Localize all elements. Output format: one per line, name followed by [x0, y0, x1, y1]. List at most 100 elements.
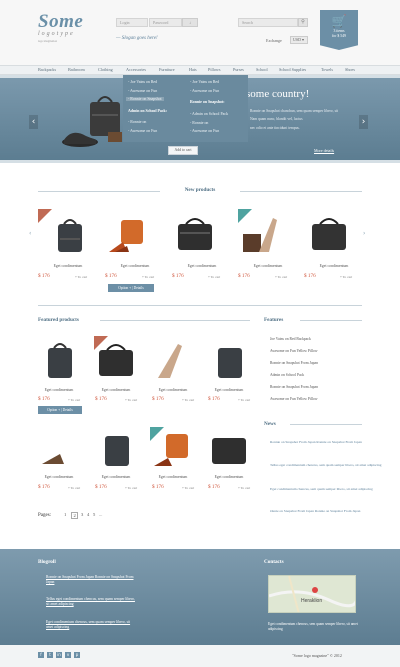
nav-item[interactable]: School: [256, 67, 268, 72]
product-price: $ 176: [38, 396, 50, 402]
product-image-bag[interactable]: [174, 212, 218, 256]
page-link[interactable]: 5: [93, 512, 95, 517]
dropdown-item[interactable]: - Joe Vains on Red: [190, 80, 219, 84]
hero-title: some country!: [246, 88, 310, 100]
news-item[interactable]: Ounie on Snapshot From Japan Ronnie on S…: [270, 509, 392, 514]
login-input[interactable]: Login: [116, 18, 148, 27]
dropdown-item[interactable]: - Ronnie on: [190, 121, 208, 125]
product-name[interactable]: Eget condimentum: [238, 264, 298, 268]
hero-more-link[interactable]: More details: [314, 148, 334, 153]
features-item[interactable]: Ronnie on Snapshot From Japan: [270, 385, 390, 389]
features-item[interactable]: Joe Vains on Red Backpack: [270, 337, 390, 341]
to-cart-button[interactable]: + To cart: [340, 275, 352, 279]
news-item[interactable]: Eget condimentum chencus, sem quam sempe…: [270, 487, 392, 492]
product-image-bag[interactable]: [208, 430, 252, 470]
product-image-heels[interactable]: [105, 212, 149, 256]
twitter-icon[interactable]: t: [47, 652, 53, 658]
product-image-heels[interactable]: [152, 338, 196, 382]
blogroll-link[interactable]: Eget condimentum chencus, sem quam sempe…: [46, 620, 136, 630]
product-price: $ 176: [38, 273, 50, 279]
facebook-icon[interactable]: f: [38, 652, 44, 658]
page-link[interactable]: 4: [87, 512, 89, 517]
nav-item[interactable]: Furniture: [159, 67, 175, 72]
option-details-button[interactable]: Option + | Details: [38, 406, 82, 414]
blogroll-link[interactable]: Tellus eget condimentum chencus, sem qua…: [46, 597, 136, 607]
to-cart-button[interactable]: + To cart: [275, 275, 287, 279]
product-name[interactable]: Eget condimentum: [34, 388, 84, 392]
nav-item[interactable]: Pillows: [208, 67, 221, 72]
nav-item[interactable]: Clothing: [98, 67, 113, 72]
search-button[interactable]: ⚲: [298, 18, 308, 27]
contact-map[interactable]: Heraklion: [268, 575, 356, 613]
news-item[interactable]: Ronnie on Snapshot From Japan Ronnie on …: [270, 440, 392, 445]
currency-select[interactable]: USD ▾: [290, 36, 308, 44]
product-image-backpack[interactable]: [38, 338, 82, 382]
product-name[interactable]: Eget condimentum: [148, 475, 198, 479]
dropdown-item-highlighted[interactable]: - Ronnie on Snapshot: [126, 97, 164, 101]
to-cart-button[interactable]: + To cart: [125, 486, 137, 490]
password-input[interactable]: Password: [149, 18, 182, 27]
vimeo-icon[interactable]: v: [65, 652, 71, 658]
product-name[interactable]: Eget condimentum: [34, 475, 84, 479]
to-cart-button[interactable]: + To cart: [75, 275, 87, 279]
product-name[interactable]: Eget condimentum: [304, 264, 364, 268]
login-button[interactable]: ↓: [182, 18, 198, 27]
product-name[interactable]: Eget condimentum: [91, 475, 141, 479]
nav-item[interactable]: Shoes: [345, 67, 355, 72]
news-item[interactable]: Tellus eget condimentum chencus, sem qua…: [270, 463, 392, 468]
dropdown-item[interactable]: - Awesome on Fun: [128, 129, 157, 133]
to-cart-button[interactable]: + To cart: [142, 275, 154, 279]
to-cart-button[interactable]: + To cart: [238, 398, 250, 402]
search-input[interactable]: Search: [238, 18, 298, 27]
nav-item[interactable]: Bathroom: [68, 67, 85, 72]
product-name[interactable]: Eget condimentum: [38, 264, 98, 268]
product-image-backpack[interactable]: [95, 430, 139, 470]
to-cart-button[interactable]: + To cart: [182, 486, 194, 490]
to-cart-button[interactable]: + To cart: [182, 398, 194, 402]
to-cart-button[interactable]: + To cart: [208, 275, 220, 279]
blogroll-link[interactable]: Ronnie on Snapshot From Japan Ronnie on …: [46, 575, 136, 585]
product-name[interactable]: Eget condimentum: [148, 388, 198, 392]
carousel-next-icon[interactable]: ›: [363, 230, 365, 237]
dropdown-item[interactable]: - Awesome on Fun: [190, 89, 219, 93]
page-link[interactable]: 3: [81, 512, 83, 517]
product-name[interactable]: Eget condimentum: [172, 264, 232, 268]
product-name[interactable]: Eget condimentum: [105, 264, 165, 268]
page-link-current[interactable]: 2: [71, 512, 79, 519]
cart-button[interactable]: 🛒 3 items for $ 549: [320, 10, 358, 50]
option-details-button[interactable]: Option + | Details: [108, 284, 154, 292]
product-name[interactable]: Eget condimentum: [204, 475, 254, 479]
features-item[interactable]: Admin on School Pack: [270, 373, 390, 377]
product-name[interactable]: Eget condimentum: [91, 388, 141, 392]
to-cart-button[interactable]: + To cart: [238, 486, 250, 490]
hero-add-to-cart-button[interactable]: Add to cart: [168, 146, 198, 155]
to-cart-button[interactable]: + To cart: [125, 398, 137, 402]
linkedin-icon[interactable]: in: [56, 652, 62, 658]
features-item[interactable]: Awesome on Fun Yellow Pillow: [270, 397, 390, 401]
dropdown-item[interactable]: - Awesome on Fun: [128, 89, 157, 93]
product-image-backpack-2[interactable]: [208, 338, 252, 382]
dropdown-item[interactable]: - Joe Vains on Red: [128, 80, 157, 84]
nav-item[interactable]: Purses: [233, 67, 244, 72]
page-link[interactable]: 1: [64, 512, 66, 517]
features-item[interactable]: Awesome on Fun Yellow Pillow: [270, 349, 390, 353]
dropdown-item[interactable]: - Ronnie on: [128, 120, 146, 124]
product-name[interactable]: Eget condimentum: [204, 388, 254, 392]
hero-prev-arrow-icon[interactable]: ‹: [29, 115, 38, 129]
nav-item[interactable]: School Supplies: [279, 67, 306, 72]
nav-item[interactable]: Backpacks: [38, 67, 56, 72]
dropdown-item[interactable]: - Awesome on Fun: [190, 129, 219, 133]
product-image-bag-2[interactable]: [308, 212, 352, 256]
dropdown-item[interactable]: - Admin on School Pack: [190, 112, 228, 116]
nav-item[interactable]: Towels: [321, 67, 333, 72]
nav-item[interactable]: Hats: [189, 67, 197, 72]
features-item[interactable]: Ronnie on Snapshot From Japan: [270, 361, 390, 365]
nav-item[interactable]: Accessories: [126, 67, 146, 72]
carousel-prev-icon[interactable]: ‹: [29, 230, 31, 237]
logo[interactable]: Some logotype logo imagination: [38, 12, 118, 43]
to-cart-button[interactable]: + To cart: [68, 398, 80, 402]
product-image-backpack[interactable]: [48, 212, 92, 256]
to-cart-button[interactable]: + To cart: [68, 486, 80, 490]
product-image-pumps[interactable]: [38, 430, 82, 470]
pinterest-icon[interactable]: p: [74, 652, 80, 658]
